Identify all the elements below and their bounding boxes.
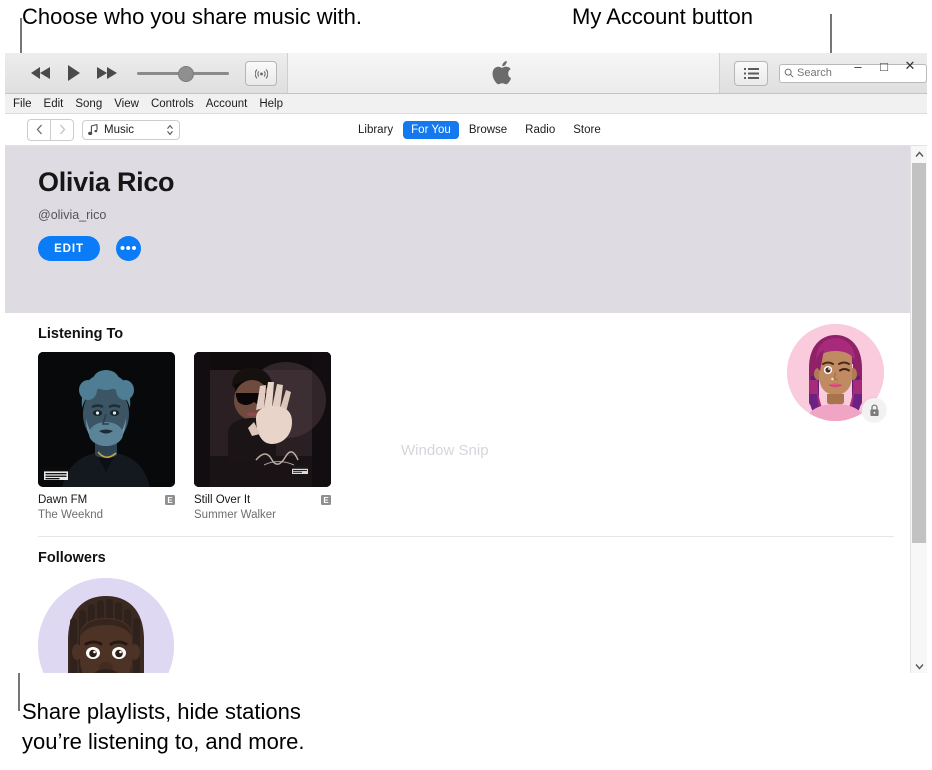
airplay-button[interactable] bbox=[245, 60, 277, 86]
explicit-badge: E bbox=[165, 495, 175, 505]
menu-item-account[interactable]: Account bbox=[206, 98, 248, 110]
apple-logo-icon bbox=[492, 61, 511, 85]
play-button[interactable] bbox=[59, 53, 89, 93]
maximize-button[interactable]: □ bbox=[871, 55, 897, 77]
album-grid: Dawn FM The Weeknd E Still Over It Summe… bbox=[38, 352, 894, 522]
history-navigation bbox=[27, 118, 74, 141]
tab-library[interactable]: Library bbox=[350, 121, 401, 139]
chevron-down-icon bbox=[914, 664, 924, 670]
listening-to-section: Listening To Dawn FM The Weeknd E Still … bbox=[5, 313, 927, 673]
window-controls: – □ ✕ bbox=[845, 53, 923, 79]
album-artist: The Weeknd bbox=[38, 509, 103, 521]
callout-share-playlists-line1: Share playlists, hide stations bbox=[22, 699, 301, 724]
content-area: Olivia Rico @olivia_rico EDIT ••• Window… bbox=[5, 146, 927, 673]
airplay-icon bbox=[254, 69, 268, 79]
scroll-up-button[interactable] bbox=[911, 146, 927, 163]
still-over-it-cover-icon bbox=[194, 352, 331, 487]
followers-list bbox=[38, 578, 894, 673]
music-note-icon bbox=[88, 123, 98, 135]
album-title: Dawn FM bbox=[38, 494, 88, 506]
page-title: Olivia Rico bbox=[38, 167, 175, 197]
next-track-button[interactable] bbox=[89, 53, 125, 93]
album-artwork-dawn-fm[interactable] bbox=[38, 352, 175, 487]
menu-item-song[interactable]: Song bbox=[75, 98, 102, 110]
now-playing-display bbox=[288, 53, 720, 93]
tab-for-you[interactable]: For You bbox=[403, 120, 459, 139]
album-title: Still Over It bbox=[194, 494, 251, 506]
search-icon bbox=[784, 68, 794, 78]
media-picker-label: Music bbox=[104, 123, 135, 136]
window-titlebar: Search – □ ✕ bbox=[5, 53, 927, 94]
album-card[interactable]: Dawn FM The Weeknd E bbox=[38, 352, 175, 522]
callout-share-music-label: Choose who you share music with. bbox=[22, 4, 362, 29]
callout-share-playlists-line2: you’re listening to, and more. bbox=[22, 729, 305, 754]
chevron-up-down-icon bbox=[167, 124, 173, 135]
edit-button[interactable]: EDIT bbox=[38, 236, 100, 261]
more-dots-icon: ••• bbox=[119, 239, 138, 257]
transport-controls-group bbox=[5, 53, 288, 93]
menu-item-controls[interactable]: Controls bbox=[151, 98, 194, 110]
followers-title: Followers bbox=[38, 550, 106, 566]
dawn-fm-cover-icon bbox=[38, 352, 175, 487]
chevron-right-icon bbox=[59, 124, 65, 135]
forward-button[interactable] bbox=[51, 118, 74, 141]
scroll-down-button[interactable] bbox=[911, 658, 927, 673]
itunes-window: Search – □ ✕ File Edit Song View Control… bbox=[5, 53, 927, 673]
menu-bar: File Edit Song View Controls Account Hel… bbox=[5, 94, 927, 114]
menu-item-view[interactable]: View bbox=[114, 98, 139, 110]
list-view-button[interactable] bbox=[734, 60, 768, 86]
menu-item-edit[interactable]: Edit bbox=[44, 98, 64, 110]
profile-header: Olivia Rico @olivia_rico EDIT ••• Window… bbox=[5, 146, 927, 459]
media-type-picker[interactable]: Music bbox=[82, 119, 180, 140]
chevron-up-icon bbox=[914, 151, 924, 157]
search-placeholder: Search bbox=[797, 67, 832, 79]
callout-my-account-label: My Account button bbox=[572, 4, 753, 29]
previous-track-button[interactable] bbox=[23, 53, 59, 93]
follower-avatar[interactable] bbox=[38, 578, 174, 673]
tab-store[interactable]: Store bbox=[565, 121, 609, 139]
listening-to-title: Listening To bbox=[38, 326, 124, 342]
navigation-bar: Music Library For You Browse Radio Store bbox=[5, 114, 927, 146]
menu-item-help[interactable]: Help bbox=[259, 98, 283, 110]
primary-tabs: Library For You Browse Radio Store bbox=[350, 120, 609, 139]
volume-slider[interactable] bbox=[137, 63, 229, 83]
menu-item-file[interactable]: File bbox=[13, 98, 32, 110]
explicit-badge: E bbox=[321, 495, 331, 505]
profile-handle: @olivia_rico bbox=[38, 208, 107, 222]
close-button[interactable]: ✕ bbox=[897, 55, 923, 77]
followers-section: Followers bbox=[38, 537, 894, 673]
tab-browse[interactable]: Browse bbox=[461, 121, 515, 139]
more-options-button[interactable]: ••• bbox=[116, 236, 141, 261]
album-card[interactable]: Still Over It Summer Walker E bbox=[194, 352, 331, 522]
volume-knob[interactable] bbox=[178, 66, 194, 82]
album-artwork-still-over-it[interactable] bbox=[194, 352, 331, 487]
back-button[interactable] bbox=[27, 118, 51, 141]
chevron-left-icon bbox=[36, 124, 42, 135]
minimize-button[interactable]: – bbox=[845, 55, 871, 77]
fast-forward-icon bbox=[97, 67, 117, 79]
list-icon bbox=[743, 67, 759, 79]
vertical-scrollbar[interactable] bbox=[910, 146, 927, 673]
rewind-icon bbox=[31, 67, 50, 79]
album-artist: Summer Walker bbox=[194, 509, 276, 521]
play-icon bbox=[68, 65, 80, 81]
scrollbar-thumb[interactable] bbox=[912, 163, 926, 543]
follower-memoji-icon bbox=[38, 578, 174, 673]
tab-radio[interactable]: Radio bbox=[517, 121, 563, 139]
